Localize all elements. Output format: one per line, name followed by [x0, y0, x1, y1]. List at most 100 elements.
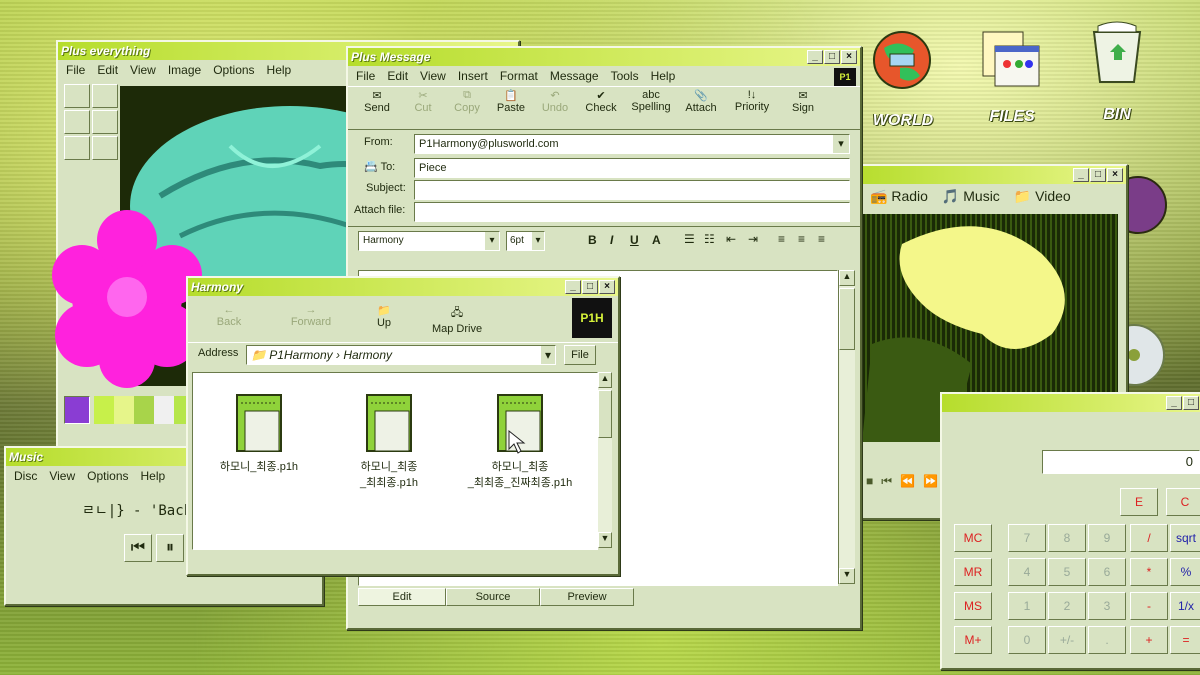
rect-select-tool[interactable] [92, 84, 118, 108]
digit-1-button[interactable]: 1 [1008, 592, 1046, 620]
fast-forward-icon[interactable]: ⏩ [923, 474, 938, 488]
menu-disc[interactable]: Disc [14, 469, 37, 483]
menu-help[interactable]: Help [651, 69, 676, 83]
magnifier-tool[interactable] [92, 136, 118, 160]
menu-view[interactable]: View [130, 63, 156, 77]
numbered-list-icon[interactable]: ☰ [684, 232, 695, 246]
scroll-down-button[interactable]: ▼ [839, 568, 855, 584]
scroll-thumb[interactable] [598, 390, 612, 438]
tab-source[interactable]: Source [446, 588, 540, 606]
menu-file[interactable]: File [356, 69, 375, 83]
percent-button[interactable]: % [1170, 558, 1200, 586]
menu-insert[interactable]: Insert [458, 69, 488, 83]
close-button[interactable]: × [599, 280, 615, 294]
mr-button[interactable]: MR [954, 558, 992, 586]
sqrt-button[interactable]: sqrt [1170, 524, 1200, 552]
to-field[interactable]: Piece [414, 158, 850, 178]
attach-file-field[interactable] [414, 202, 850, 222]
desktop-icon-bin[interactable]: BIN [1082, 18, 1152, 123]
current-color[interactable] [64, 396, 90, 424]
menu-options[interactable]: Options [213, 63, 254, 77]
clear-button[interactable]: C [1166, 488, 1200, 516]
message-titlebar[interactable]: Plus Message _ □ × [348, 48, 860, 66]
file-list[interactable]: 하모니_최종.p1h 하모니_최종 _최최종.p1h 하모니_최종 _최최종_진… [192, 372, 598, 550]
maximize-button[interactable]: □ [824, 50, 840, 64]
address-field[interactable]: 📁 P1Harmony › Harmony ▾ [246, 345, 556, 365]
digit-8-button[interactable]: 8 [1048, 524, 1086, 552]
desktop-icon-files[interactable]: FILES [972, 22, 1052, 125]
to-label[interactable]: 📇 To: [364, 160, 395, 173]
mc-button[interactable]: MC [954, 524, 992, 552]
cut-button[interactable]: ✂ Cut [402, 89, 444, 127]
divide-button[interactable]: / [1130, 524, 1168, 552]
menu-tools[interactable]: Tools [611, 69, 639, 83]
close-button[interactable]: × [841, 50, 857, 64]
minimize-button[interactable]: _ [565, 280, 581, 294]
priority-button[interactable]: !↓ Priority [726, 89, 778, 127]
subject-field[interactable] [414, 180, 850, 200]
align-center-icon[interactable]: ≡ [798, 232, 805, 246]
desktop-icon-world[interactable]: WORLD [862, 28, 942, 129]
scroll-up-button[interactable]: ▲ [598, 372, 612, 388]
bullet-list-icon[interactable]: ☷ [704, 232, 715, 246]
stop-icon[interactable]: ■ [866, 474, 873, 488]
digit-4-button[interactable]: 4 [1008, 558, 1046, 586]
minimize-button[interactable]: _ [807, 50, 823, 64]
digit-3-button[interactable]: 3 [1088, 592, 1126, 620]
font-size-select[interactable]: 6pt ▾ [506, 231, 545, 251]
align-right-icon[interactable]: ≡ [818, 232, 825, 246]
tab-preview[interactable]: Preview [540, 588, 634, 606]
minimize-button[interactable]: _ [1166, 396, 1182, 410]
spelling-button[interactable]: abc Spelling [626, 89, 676, 127]
back-button[interactable]: ← Back [200, 304, 258, 328]
reciprocal-button[interactable]: 1/x [1170, 592, 1200, 620]
globe-partial-icon[interactable] [1109, 165, 1168, 245]
chevron-down-icon[interactable]: ▾ [532, 232, 544, 250]
digit-0-button[interactable]: 0 [1008, 626, 1046, 654]
scroll-down-button[interactable]: ▼ [598, 532, 612, 548]
font-select[interactable]: Harmony ▾ [358, 231, 500, 251]
scroll-thumb[interactable] [839, 288, 855, 350]
select-tool[interactable] [64, 84, 90, 108]
ms-button[interactable]: MS [954, 592, 992, 620]
menu-edit[interactable]: Edit [387, 69, 408, 83]
color-swatches[interactable] [94, 396, 194, 424]
bold-button[interactable]: B [588, 233, 597, 247]
pause-button[interactable]: ⏸ [156, 534, 184, 562]
underline-button[interactable]: U [630, 233, 639, 247]
previous-track-button[interactable]: ⏮ [124, 534, 152, 562]
font-color-button[interactable]: A [652, 233, 661, 247]
decrease-indent-icon[interactable]: ⇤ [726, 232, 736, 246]
increase-indent-icon[interactable]: ⇥ [748, 232, 758, 246]
tab-video[interactable]: 📁 Video [1014, 188, 1071, 205]
digit-7-button[interactable]: 7 [1008, 524, 1046, 552]
menu-view[interactable]: View [420, 69, 446, 83]
media-titlebar[interactable]: _ □ × [854, 166, 1126, 184]
map-drive-button[interactable]: 🖧 Map Drive [422, 304, 492, 335]
multiply-button[interactable]: * [1130, 558, 1168, 586]
menu-file[interactable]: File [66, 63, 85, 77]
picker-tool[interactable] [64, 136, 90, 160]
menu-message[interactable]: Message [550, 69, 599, 83]
decimal-button[interactable]: . [1088, 626, 1126, 654]
m-plus-button[interactable]: M+ [954, 626, 992, 654]
ce-button[interactable]: E [1120, 488, 1158, 516]
menu-view[interactable]: View [49, 469, 75, 483]
vertical-scrollbar[interactable]: ▲ ▼ [838, 270, 855, 584]
equals-button[interactable]: = [1170, 626, 1200, 654]
menu-format[interactable]: Format [500, 69, 538, 83]
tab-music[interactable]: 🎵 Music [942, 188, 1000, 205]
menu-options[interactable]: Options [87, 469, 128, 483]
paste-button[interactable]: 📋 Paste [490, 89, 532, 127]
file-item[interactable]: 하모니_최종.p1h [209, 389, 309, 474]
maximize-button[interactable]: □ [1090, 168, 1106, 182]
add-button[interactable]: + [1130, 626, 1168, 654]
close-button[interactable]: × [1107, 168, 1123, 182]
eraser-tool[interactable] [64, 110, 90, 134]
digit-2-button[interactable]: 2 [1048, 592, 1086, 620]
cd-icon[interactable] [1103, 320, 1168, 390]
chevron-down-icon[interactable]: ▾ [541, 346, 555, 364]
digit-5-button[interactable]: 5 [1048, 558, 1086, 586]
italic-button[interactable]: I [610, 233, 613, 247]
menu-help[interactable]: Help [141, 469, 166, 483]
